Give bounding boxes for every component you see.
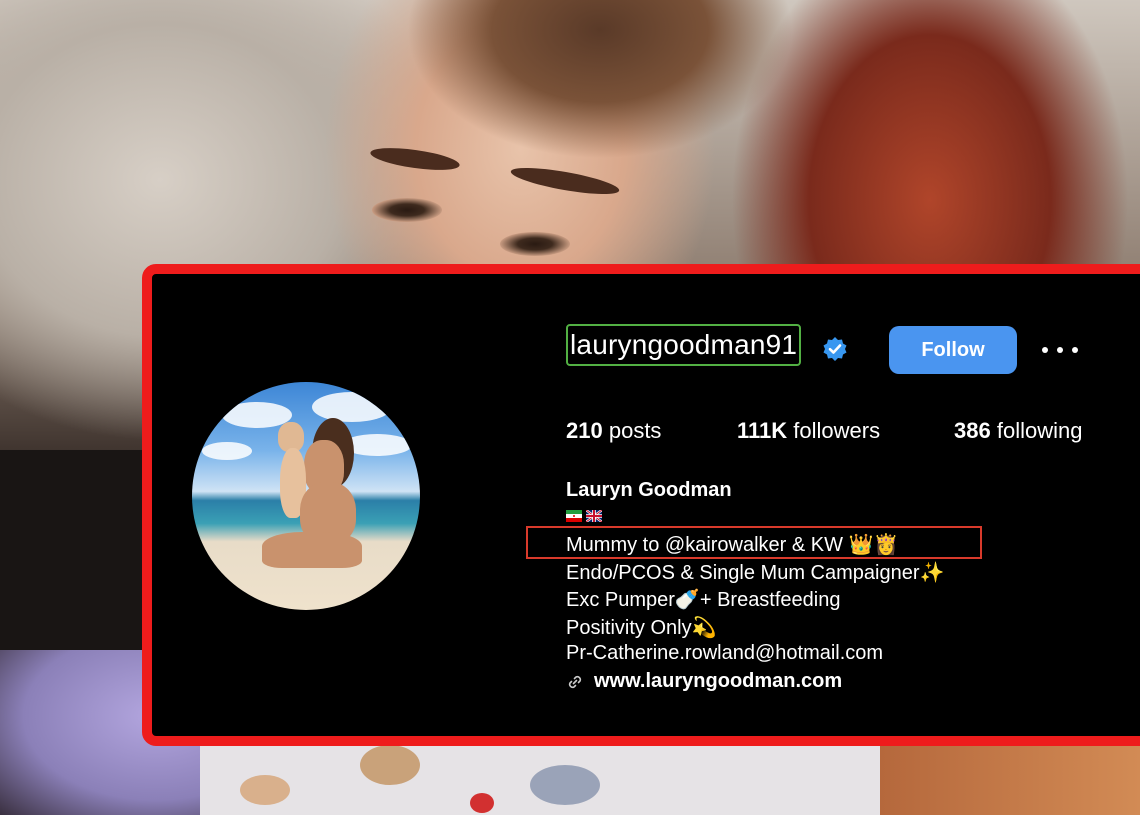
profile-avatar[interactable] <box>192 382 420 610</box>
background-eye-left <box>372 198 442 222</box>
bio-line: Positivity Only💫 <box>566 617 717 639</box>
followers-stat[interactable]: 111K followers <box>737 418 954 444</box>
posts-count: 210 <box>566 418 603 443</box>
iran-flag-icon <box>566 510 582 522</box>
following-label: following <box>996 418 1083 443</box>
uk-flag-icon <box>586 510 602 522</box>
bio-email: Pr-Catherine.rowland@hotmail.com <box>566 642 884 664</box>
bio-flags <box>566 510 602 522</box>
following-stat[interactable]: 386 following <box>954 418 1082 444</box>
username[interactable]: lauryngoodman91 <box>570 329 797 361</box>
posts-stat[interactable]: 210 posts <box>566 418 737 444</box>
posts-label: posts <box>608 418 662 443</box>
following-count: 386 <box>954 418 991 443</box>
bio-line: Endo/PCOS & Single Mum Campaigner✨ <box>566 562 945 584</box>
follow-button[interactable]: Follow <box>889 326 1017 374</box>
verified-badge-icon <box>823 337 847 361</box>
followers-label: followers <box>793 418 881 443</box>
bio-line: Mummy to @kairowalker & KW 👑👸 <box>566 534 899 556</box>
link-icon <box>568 675 582 688</box>
bio-line: Exc Pumper🍼+ Breastfeeding <box>566 589 841 611</box>
website-link[interactable]: www.lauryngoodman.com <box>566 670 842 693</box>
background-blanket <box>200 735 880 815</box>
background-hair <box>360 0 820 270</box>
profile-card: lauryngoodman91 Follow 210 posts 111K fo… <box>142 264 1140 746</box>
followers-count: 111K <box>737 418 788 443</box>
background-eye-right <box>500 232 570 256</box>
full-name: Lauryn Goodman <box>566 479 732 501</box>
website-url[interactable]: www.lauryngoodman.com <box>594 670 842 693</box>
profile-stats: 210 posts 111K followers 386 following <box>566 418 1082 444</box>
username-highlight: lauryngoodman91 <box>566 324 802 366</box>
more-options-icon[interactable] <box>1042 336 1078 364</box>
